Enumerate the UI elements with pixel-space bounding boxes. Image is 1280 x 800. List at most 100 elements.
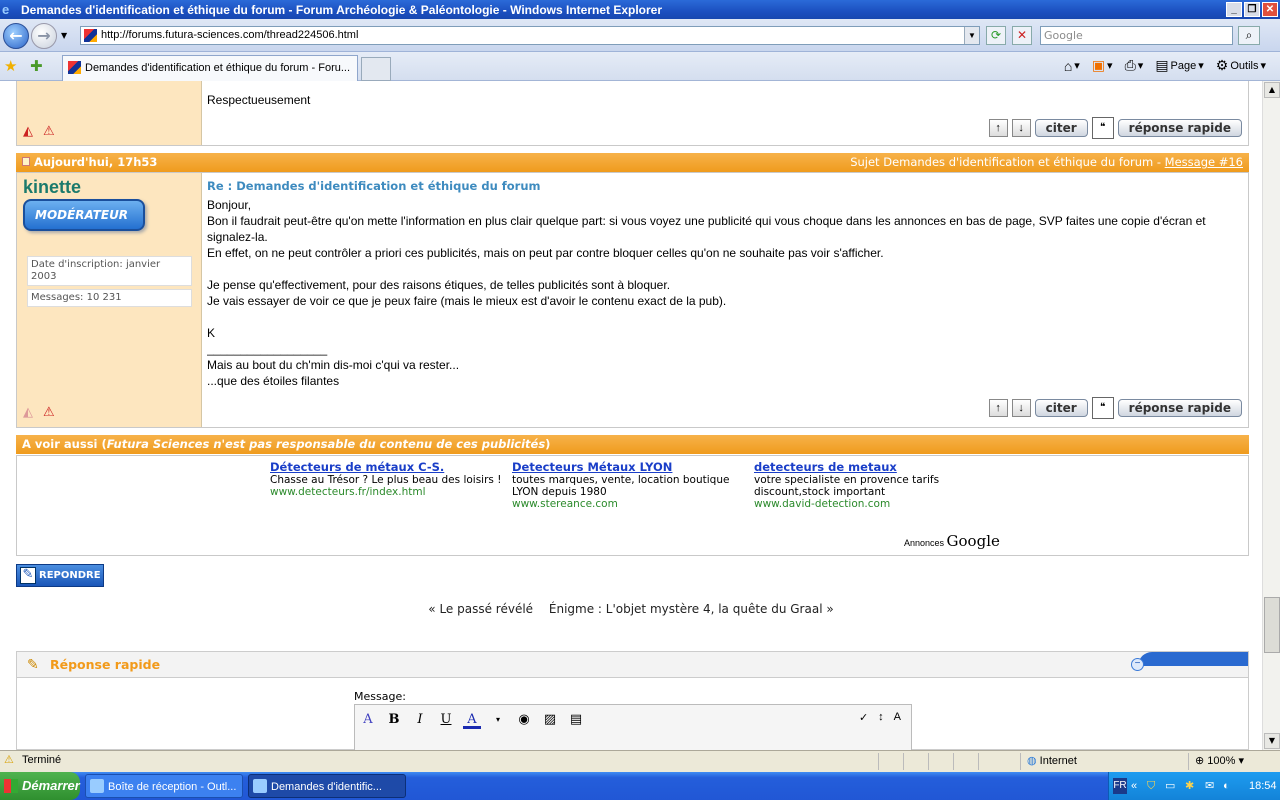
reputation-icon[interactable]: ◭ (23, 123, 33, 139)
previous-thread-link[interactable]: « Le passé révélé (428, 602, 533, 616)
text-color-icon[interactable]: A (463, 711, 481, 729)
bold-icon[interactable]: B (385, 711, 403, 729)
address-bar[interactable]: http://forums.futura-sciences.com/thread… (80, 26, 980, 45)
ad-desc: votre specialiste en provence tarifs dis… (754, 474, 940, 498)
underline-icon[interactable]: U (437, 711, 455, 729)
spellcheck-icon[interactable]: ✓ (859, 711, 868, 724)
ad-item[interactable]: detecteurs de metaux votre specialiste e… (754, 460, 986, 510)
ad-item[interactable]: Detecteurs Métaux LYON toutes marques, v… (512, 460, 744, 510)
tab-toolbar: ★ ✚ Demandes d'identification et éthique… (0, 52, 1280, 81)
post-16-body: Re : Demandes d'identification et éthiqu… (207, 173, 1248, 427)
ad-item[interactable]: Détecteurs de métaux C-S. Chasse au Trés… (270, 460, 502, 498)
scroll-up-arrow[interactable]: ▲ (1264, 82, 1280, 98)
post-16-sidebar: kinette MODÉRATEUR Date d'inscription: j… (17, 173, 202, 427)
tab-favicon (68, 61, 81, 74)
tools-menu[interactable]: ⚙ Outils ▾ (1216, 57, 1266, 74)
image-icon[interactable]: ▨ (541, 711, 559, 729)
messenger-icon[interactable]: ✱ (1185, 772, 1194, 800)
start-button[interactable]: Démarrer (0, 772, 80, 800)
report-icon[interactable]: ⚠ (43, 123, 55, 139)
post-16-permalink[interactable]: Message #16 (1165, 155, 1243, 169)
status-seg (953, 753, 977, 770)
language-indicator[interactable]: FR (1113, 778, 1127, 794)
scroll-up-button[interactable]: ↑ (988, 399, 1008, 417)
scroll-up-button[interactable]: ↑ (988, 119, 1008, 137)
maximize-button[interactable]: ❐ (1244, 2, 1260, 17)
clock: 18:54 (1249, 780, 1277, 792)
next-thread-link[interactable]: Énigme : L'objet mystère 4, la quête du … (549, 602, 834, 616)
ads-disclaimer: Futura Sciences n'est pas responsable du… (106, 437, 546, 451)
multiquote-icon[interactable]: ❝ (1091, 397, 1114, 419)
stop-icon[interactable]: ✕ (1012, 26, 1032, 45)
new-tab-button[interactable] (361, 57, 391, 81)
scroll-down-button[interactable]: ↓ (1011, 119, 1031, 137)
close-button[interactable]: ✕ (1262, 2, 1278, 17)
taskbar-outlook[interactable]: Boîte de réception - Outl... (85, 774, 243, 798)
scroll-down-arrow[interactable]: ▼ (1264, 733, 1280, 749)
forward-button[interactable]: → (31, 23, 57, 49)
resize-icon[interactable]: ↕ (878, 711, 884, 724)
tray-expand-icon[interactable]: « (1131, 772, 1137, 800)
minimize-button[interactable]: _ (1226, 2, 1242, 17)
quote-button[interactable]: citer (1034, 119, 1088, 137)
tab-active[interactable]: Demandes d'identification et éthique du … (62, 55, 358, 81)
ad-title[interactable]: Detecteurs Métaux LYON (512, 460, 744, 474)
address-dropdown-icon[interactable]: ▼ (964, 27, 979, 44)
post-line-5: Je vais essayer de voir ce que je peux f… (207, 294, 727, 308)
chevron-down-icon[interactable]: ▾ (489, 711, 507, 729)
scroll-down-button[interactable]: ↓ (1011, 399, 1031, 417)
outlook-icon (90, 779, 104, 793)
ad-title[interactable]: Détecteurs de métaux C-S. (270, 460, 502, 474)
ad-url[interactable]: www.detecteurs.fr/index.html (270, 486, 502, 498)
favorites-star-icon[interactable]: ★ (4, 57, 17, 75)
signature-line-2: ...que des étoiles filantes (207, 374, 340, 388)
address-toolbar: ← → ▼ http://forums.futura-sciences.com/… (0, 19, 1280, 52)
back-button[interactable]: ← (3, 23, 29, 49)
quick-reply-title: Réponse rapide (50, 657, 161, 672)
google-logo: Google (946, 532, 1000, 550)
print-button[interactable]: ⎙ ▾ (1125, 57, 1144, 74)
feeds-button[interactable]: ▣ ▾ (1092, 57, 1113, 74)
ads-header-post: ) (545, 437, 551, 451)
search-go-icon[interactable]: ⌕ (1238, 26, 1260, 45)
security-zone[interactable]: ◍ Internet (1020, 753, 1185, 770)
refresh-icon[interactable]: ⟳ (986, 26, 1006, 45)
italic-icon[interactable]: I (411, 711, 429, 729)
multiquote-icon[interactable]: ❝ (1091, 117, 1114, 139)
quote-icon[interactable]: ▤ (567, 711, 585, 729)
page-menu[interactable]: ▤ Page ▾ (1155, 57, 1203, 74)
remove-format-icon[interactable]: A (359, 711, 377, 729)
annonces-google[interactable]: Annonces Google (904, 532, 1000, 550)
message-count: Messages: 10 231 (27, 289, 192, 307)
join-date: Date d'inscription: janvier 2003 (27, 256, 192, 286)
reply-button[interactable]: ✎ REPONDRE (16, 564, 104, 587)
volume-icon[interactable]: ◐ (1223, 772, 1230, 800)
ad-title[interactable]: detecteurs de metaux (754, 460, 986, 474)
ad-url[interactable]: www.david-detection.com (754, 498, 986, 510)
post-16-header: Aujourd'hui, 17h53 Sujet Demandes d'iden… (16, 153, 1249, 172)
link-icon[interactable]: ◉ (515, 711, 533, 729)
history-dropdown-icon[interactable]: ▼ (61, 31, 67, 40)
author-name[interactable]: kinette (23, 177, 81, 198)
ad-url[interactable]: www.stereance.com (512, 498, 744, 510)
quick-reply-button[interactable]: réponse rapide (1117, 119, 1242, 137)
post-icon (22, 157, 30, 166)
quick-reply-button[interactable]: réponse rapide (1117, 399, 1242, 417)
security-shield-icon[interactable]: ⛉ (1147, 772, 1155, 800)
zoom-control[interactable]: ⊕ 100% ▾ (1188, 753, 1268, 770)
report-icon[interactable]: ⚠ (43, 404, 55, 420)
status-seg (978, 753, 1002, 770)
home-button[interactable]: ⌂ ▾ (1064, 58, 1080, 74)
taskbar-ie[interactable]: Demandes d'identific... (248, 774, 406, 798)
scroll-thumb[interactable] (1264, 597, 1280, 653)
switch-mode-icon[interactable]: A (894, 711, 901, 724)
reputation-icon[interactable]: ◭ (23, 404, 33, 420)
network-icon[interactable]: ▭ (1165, 772, 1175, 800)
mail-icon[interactable]: ✉ (1205, 772, 1214, 800)
post-line-3: En effet, on ne peut contrôler a priori … (207, 246, 884, 260)
add-favorites-icon[interactable]: ✚ (30, 57, 43, 75)
search-input[interactable]: Google (1040, 26, 1233, 45)
collapse-icon[interactable]: − (1131, 658, 1144, 671)
quote-button[interactable]: citer (1034, 399, 1088, 417)
vertical-scrollbar[interactable]: ▲ ▼ (1262, 81, 1280, 750)
